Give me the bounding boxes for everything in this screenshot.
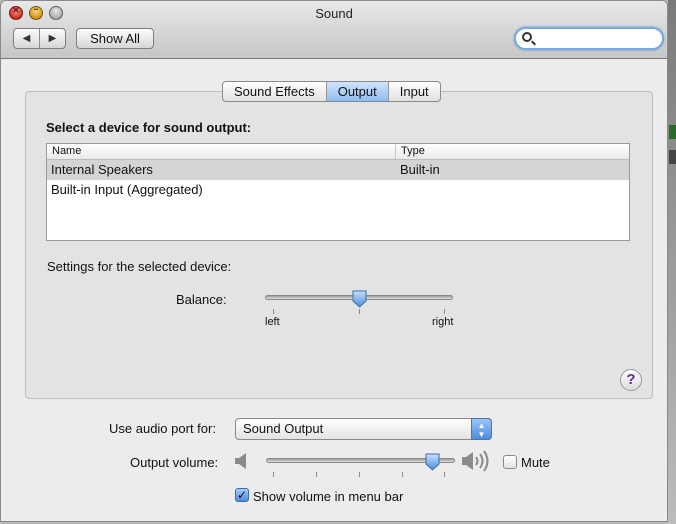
tab-sound-effects[interactable]: Sound Effects (223, 82, 326, 101)
balance-slider-knob[interactable] (352, 290, 367, 308)
column-header-type[interactable]: Type (396, 144, 425, 159)
balance-tick (444, 309, 445, 314)
balance-tick (359, 309, 360, 314)
tab-output[interactable]: Output (325, 82, 388, 101)
volume-tick (402, 472, 403, 477)
back-button[interactable]: ◀ (14, 29, 39, 48)
volume-slider-knob[interactable] (425, 453, 440, 471)
settings-heading: Settings for the selected device: (47, 259, 232, 274)
device-heading: Select a device for sound output: (46, 120, 252, 135)
background-window-edge (668, 0, 676, 524)
balance-right-label: right (432, 316, 454, 328)
volume-tick (444, 472, 445, 477)
volume-tick (359, 472, 360, 477)
mute-checkbox[interactable] (503, 455, 517, 469)
show-volume-label: Show volume in menu bar (253, 489, 404, 504)
balance-label: Balance: (176, 292, 227, 307)
device-table: Name Type Internal Speakers Built-in Bui… (46, 143, 630, 241)
table-row[interactable]: Internal Speakers Built-in (47, 160, 629, 180)
show-volume-checkbox[interactable]: ✓ (235, 488, 249, 502)
show-all-button[interactable]: Show All (76, 28, 154, 49)
device-type: Built-in (400, 162, 440, 177)
output-panel (25, 91, 653, 399)
window-title: Sound (315, 6, 353, 21)
table-header: Name Type (47, 144, 629, 160)
back-forward-buttons: ◀ ▶ (13, 28, 66, 49)
tab-bar: Sound Effects Output Input (222, 81, 441, 102)
popup-arrows-icon: ▲ ▼ (471, 418, 492, 440)
forward-button[interactable]: ▶ (39, 29, 65, 48)
volume-tick (316, 472, 317, 477)
tab-input[interactable]: Input (387, 82, 440, 101)
audio-port-label: Use audio port for: (109, 421, 216, 436)
audio-port-select[interactable]: Sound Output ▲ ▼ (235, 418, 492, 440)
balance-left-label: left (265, 316, 280, 328)
help-button[interactable]: ? (620, 369, 642, 391)
search-field[interactable] (514, 27, 664, 50)
table-row[interactable]: Built-in Input (Aggregated) (47, 180, 629, 200)
mute-label: Mute (521, 455, 550, 470)
volume-tick (273, 472, 274, 477)
volume-high-icon (462, 450, 489, 472)
search-icon (522, 32, 532, 42)
balance-tick (273, 309, 274, 314)
output-volume-label: Output volume: (130, 455, 219, 470)
title-bar: × – Sound ◀ ▶ Show All (1, 1, 667, 59)
device-type (396, 180, 400, 200)
sound-preferences-window: × – Sound ◀ ▶ Show All Sound Effects Out… (0, 0, 668, 522)
volume-low-icon (235, 453, 246, 469)
audio-port-value: Sound Output (243, 421, 324, 436)
column-header-name[interactable]: Name (47, 144, 396, 159)
device-name: Internal Speakers (51, 162, 153, 177)
device-name: Built-in Input (Aggregated) (51, 182, 203, 197)
